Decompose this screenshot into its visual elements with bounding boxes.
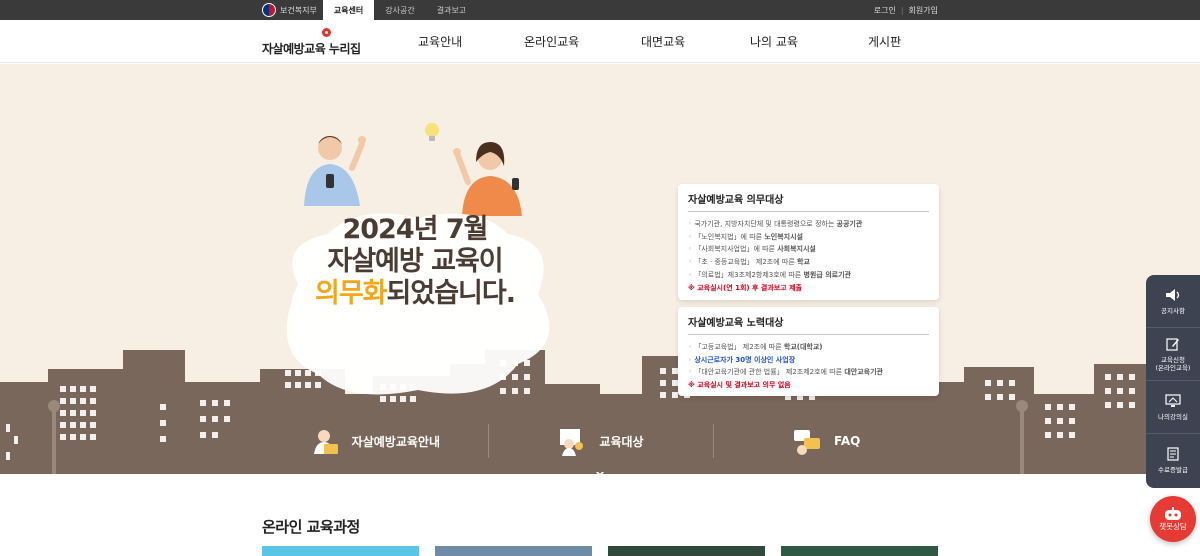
list-item: 「초 · 중등교육법」 제2조에 따른 학교 bbox=[688, 256, 929, 269]
quick-link-guide[interactable]: 자살예방교육안내 bbox=[262, 410, 488, 472]
hero-slogan: 2024년 7월 자살예방 교육이 의무화되었습니다. bbox=[290, 214, 540, 310]
edit-icon bbox=[1166, 337, 1179, 351]
tab-education-center[interactable]: 교육센터 bbox=[322, 0, 375, 20]
list-item: 「고등교육법」 제2조에 따른 학교(대학교) bbox=[688, 341, 929, 354]
logo-flame-icon bbox=[322, 28, 331, 37]
slogan-line-3: 의무화되었습니다. bbox=[290, 278, 540, 310]
slogan-highlight: 의무화 bbox=[315, 278, 388, 309]
tab-instructor-space[interactable]: 강사공간 bbox=[374, 0, 425, 20]
site-header: 자살예방교육 누리집 교육안내 온라인교육 대면교육 나의 교육 게시판 bbox=[0, 20, 1200, 63]
effort-note: ※ 교육실시 및 결과보고 의무 없음 bbox=[688, 381, 791, 390]
side-item-notice[interactable]: 공지사항 bbox=[1146, 275, 1200, 328]
quick-link-faq[interactable]: FAQ bbox=[713, 410, 939, 472]
list-item: 국가기관, 지방자치단체 및 대통령령으로 정하는 공공기관 bbox=[688, 218, 929, 231]
monitor-icon bbox=[1165, 393, 1181, 407]
divider: | bbox=[900, 5, 904, 15]
gov-label: 보건복지부 bbox=[280, 5, 317, 15]
nav-edu-guide[interactable]: 교육안내 bbox=[418, 20, 524, 63]
side-item-label: 공지사항 bbox=[1161, 306, 1185, 315]
slogan-line-2: 자살예방 교육이 bbox=[327, 246, 503, 277]
side-item-label: 수료증발급 bbox=[1158, 466, 1188, 474]
list-item: 상시근로자가 30명 이상인 사업장 bbox=[688, 354, 929, 367]
course-thumbnail[interactable] bbox=[781, 546, 938, 556]
side-item-my-classroom[interactable]: 나의강의실 bbox=[1146, 381, 1200, 434]
tab-result-report[interactable]: 결과보고 bbox=[426, 0, 477, 20]
chatbot-label: 챗봇상담 bbox=[1159, 521, 1187, 531]
chatbot-button[interactable]: 챗봇상담 bbox=[1150, 496, 1196, 542]
side-item-label: 나의강의실 bbox=[1158, 412, 1188, 421]
side-item-apply[interactable]: 교육신청 (온라인교육) bbox=[1146, 328, 1200, 381]
quick-link-guide-label: 자살예방교육안내 bbox=[351, 434, 440, 449]
side-item-label: 교육신청 (온라인교육) bbox=[1155, 355, 1191, 372]
effort-list: 「고등교육법」 제2조에 따른 학교(대학교) 상시근로자가 30명 이상인 사… bbox=[688, 341, 929, 379]
side-quick-menu: 공지사항 교육신청 (온라인교육) 나의강의실 수료증발급 bbox=[1146, 275, 1200, 488]
logo-text: 자살예방교육 누리집 bbox=[262, 42, 361, 56]
effort-target-card: 자살예방교육 노력대상 「고등교육법」 제2조에 따른 학교(대학교) 상시근로… bbox=[678, 307, 939, 396]
account-links: 로그인 | 회원가입 bbox=[874, 0, 938, 20]
nav-my-edu[interactable]: 나의 교육 bbox=[750, 20, 868, 63]
course-thumbnail[interactable] bbox=[435, 546, 592, 556]
gov-link[interactable]: 보건복지부 bbox=[262, 3, 317, 17]
duty-target-card: 자살예방교육 의무대상 국가기관, 지방자치단체 및 대통령령으로 정하는 공공… bbox=[678, 184, 939, 300]
robot-icon bbox=[1165, 506, 1181, 520]
gov-emblem-icon bbox=[262, 3, 276, 17]
duty-note: ※ 교육실시(연 1회) 후 결과보고 제출 bbox=[688, 283, 802, 292]
site-tabs: 보건복지부 교육센터 강사공간 결과보고 bbox=[262, 0, 477, 20]
course-thumbnail[interactable] bbox=[262, 546, 419, 556]
faq-icon bbox=[794, 430, 821, 455]
nav-online-edu[interactable]: 온라인교육 bbox=[524, 20, 641, 63]
effort-card-title: 자살예방교육 노력대상 bbox=[688, 314, 929, 335]
slogan-line-3-rest: 되었습니다. bbox=[386, 278, 516, 309]
certificate-icon bbox=[1167, 447, 1179, 461]
quick-link-target-label: 교육대상 bbox=[599, 434, 644, 449]
join-link[interactable]: 회원가입 bbox=[909, 5, 938, 16]
nav-offline-edu[interactable]: 대면교육 bbox=[641, 20, 750, 63]
list-item: 「대안교육기관에 관한 법률」 제2조제2호에 따른 대안교육기관 bbox=[688, 366, 929, 379]
nav-board[interactable]: 게시판 bbox=[868, 20, 901, 63]
speaker-icon bbox=[1166, 288, 1180, 301]
quick-links-bar: 자살예방교육안내 교육대상 FAQ bbox=[262, 410, 939, 472]
main-nav: 교육안내 온라인교육 대면교육 나의 교육 게시판 bbox=[418, 20, 901, 63]
login-link[interactable]: 로그인 bbox=[874, 5, 896, 16]
online-course-section-title: 온라인 교육과정 bbox=[262, 518, 360, 536]
list-item: 「노인복지법」에 따른 노인복지시설 bbox=[688, 231, 929, 244]
list-item: 「의료법」제3조제2항제3호에 따른 병원급 의료기관 bbox=[688, 269, 929, 282]
quick-link-faq-label: FAQ bbox=[834, 434, 861, 448]
side-item-certificate[interactable]: 수료증발급 bbox=[1146, 434, 1200, 487]
slogan-line-1: 2024년 7월 bbox=[342, 214, 488, 245]
list-item: 「사회복지사업법」에 따른 사회복지시설 bbox=[688, 243, 929, 256]
counselor-icon bbox=[313, 430, 338, 454]
top-utility-bar: 보건복지부 교육센터 강사공간 결과보고 로그인 | 회원가입 bbox=[0, 0, 1200, 20]
people-group-icon bbox=[560, 429, 584, 456]
duty-card-title: 자살예방교육 의무대상 bbox=[688, 191, 929, 212]
course-thumbnail[interactable] bbox=[608, 546, 765, 556]
quick-link-target[interactable]: 교육대상 bbox=[487, 410, 714, 472]
course-thumbnails bbox=[262, 546, 954, 556]
duty-list: 국가기관, 지방자치단체 및 대통령령으로 정하는 공공기관 「노인복지법」에 … bbox=[688, 218, 929, 282]
